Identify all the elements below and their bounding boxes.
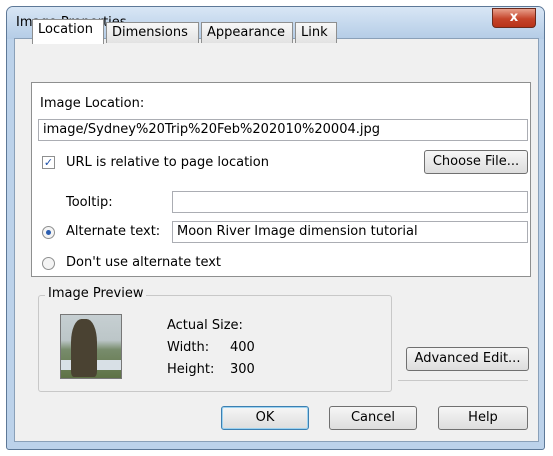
image-location-input[interactable]: image/Sydney%20Trip%20Feb%202010%20004.j… — [38, 119, 528, 141]
advanced-edit-button[interactable]: Advanced Edit... — [406, 347, 529, 371]
choose-file-button[interactable]: Choose File... — [424, 150, 528, 174]
thumbnail-tree — [71, 319, 97, 377]
no-alt-text-label: Don't use alternate text — [66, 255, 222, 270]
width-value: 400 — [230, 340, 255, 355]
height-label: Height: — [167, 362, 215, 377]
tab-location-label: Location — [38, 22, 93, 37]
tooltip-label: Tooltip: — [66, 195, 113, 210]
alternate-text-label: Alternate text: — [66, 224, 161, 239]
separator — [398, 380, 528, 381]
url-relative-label: URL is relative to page location — [66, 155, 269, 170]
help-button[interactable]: Help — [438, 406, 528, 430]
actual-size-label: Actual Size: — [167, 318, 243, 333]
height-value: 300 — [230, 362, 255, 377]
tab-dimensions[interactable]: Dimensions — [106, 22, 199, 43]
image-preview-thumbnail — [60, 314, 122, 379]
checkmark-icon: ✓ — [43, 156, 54, 169]
tab-appearance-label: Appearance — [207, 25, 286, 40]
tab-link-label: Link — [301, 25, 328, 40]
tooltip-input[interactable] — [172, 191, 528, 213]
tab-link[interactable]: Link — [295, 22, 337, 43]
image-preview-group-label: Image Preview — [45, 286, 147, 301]
alternate-text-radio[interactable] — [42, 226, 55, 239]
width-label: Width: — [167, 340, 210, 355]
tab-location[interactable]: Location — [32, 19, 104, 44]
alternate-text-input[interactable]: Moon River Image dimension tutorial — [172, 221, 528, 243]
close-icon: x — [509, 10, 519, 25]
image-location-label: Image Location: — [40, 96, 145, 111]
tab-appearance[interactable]: Appearance — [201, 22, 293, 43]
no-alt-text-radio[interactable] — [42, 257, 55, 270]
tab-dimensions-label: Dimensions — [112, 25, 188, 40]
close-button[interactable]: x — [492, 8, 536, 28]
url-relative-checkbox[interactable]: ✓ — [42, 156, 55, 169]
cancel-button[interactable]: Cancel — [329, 406, 417, 430]
ok-button[interactable]: OK — [221, 406, 309, 430]
location-tab-panel — [31, 82, 531, 277]
